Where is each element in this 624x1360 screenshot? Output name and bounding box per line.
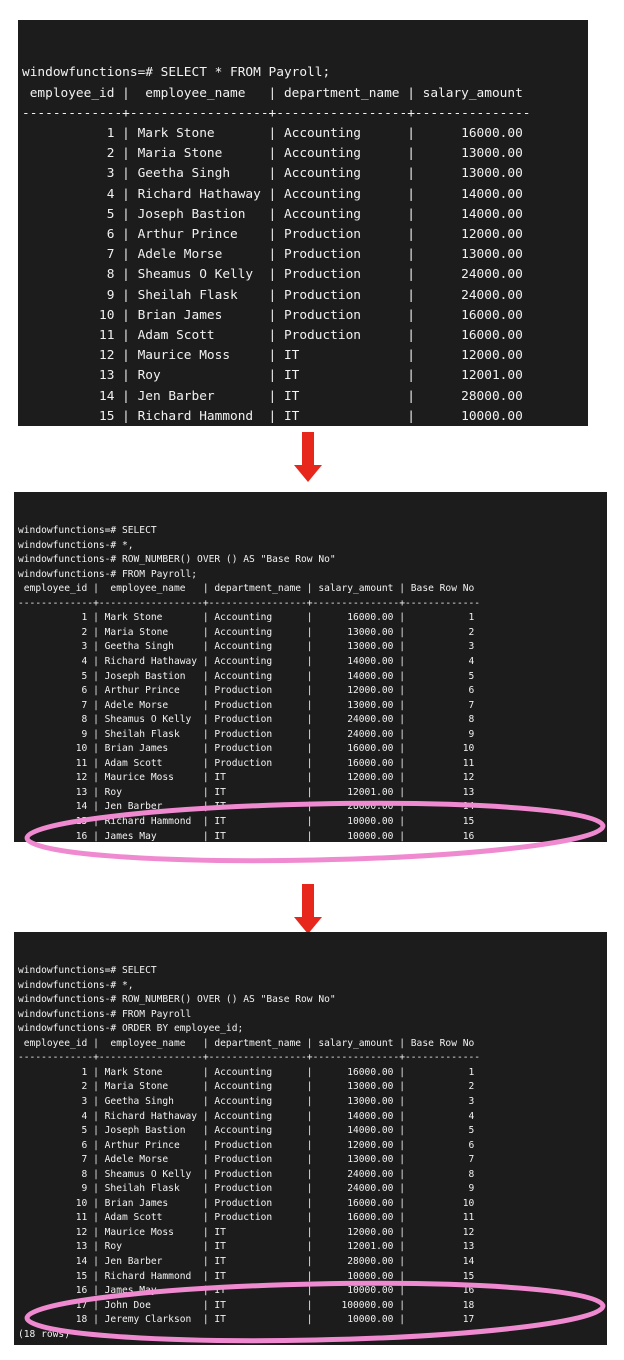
table-row: 1 | Mark Stone | Accounting | 16000.00 |… (18, 1066, 475, 1078)
table-row: 4 | Richard Hathaway | Accounting | 1400… (22, 186, 523, 202)
terminal-block-row-number-order-by: windowfunctions=# SELECT windowfunctions-… (14, 932, 607, 1345)
prompt-line-0: windowfunctions=# SELECT (18, 965, 157, 977)
table-row: 12 | Maurice Moss | IT | 12000.00 | 12 (18, 772, 475, 784)
table-row: 11 | Adam Scott | Production | 16000.00 (22, 328, 523, 344)
table-row: 8 | Sheamus O Kelly | Production | 24000… (18, 1168, 475, 1180)
prompt-line-3: windowfunctions-# FROM Payroll; (18, 568, 198, 580)
table-row: 14 | Jen Barber | IT | 28000.00 | 14 (18, 1256, 475, 1268)
table-row: 4 | Richard Hathaway | Accounting | 1400… (18, 656, 475, 668)
terminal-block-row-number: windowfunctions=# SELECT windowfunctions-… (14, 492, 607, 842)
table-row: 15 | Richard Hammond | IT | 10000.00 (22, 408, 523, 424)
prompt-line-2: windowfunctions-# ROW_NUMBER() OVER () A… (18, 554, 336, 566)
prompt-line-1: windowfunctions-# *, (18, 979, 134, 991)
terminal-text-block2: windowfunctions=# SELECT windowfunctions-… (18, 524, 607, 842)
down-arrow-icon (294, 884, 322, 934)
prompt-line-3: windowfunctions-# FROM Payroll (18, 1008, 192, 1020)
prompt-line-0: windowfunctions=# SELECT * FROM Payroll; (22, 65, 331, 81)
table-header: employee_id | employee_name | department… (22, 85, 523, 101)
prompt-line-0: windowfunctions=# SELECT (18, 525, 157, 537)
down-arrow-icon (294, 432, 322, 482)
table-row: 16 | James May | IT | 10000.00 | 16 (18, 1285, 475, 1297)
table-row: 9 | Sheilah Flask | Production | 24000.0… (22, 287, 523, 303)
table-separator: -------------+------------------+-------… (18, 1052, 481, 1064)
row-count-footer: (18 rows) (18, 1328, 70, 1340)
table-row: 3 | Geetha Singh | Accounting | 13000.00… (18, 641, 475, 653)
table-row: 5 | Joseph Bastion | Accounting | 14000.… (22, 206, 523, 222)
table-separator: -------------+------------------+-------… (22, 105, 531, 121)
table-row: 4 | Richard Hathaway | Accounting | 1400… (18, 1110, 475, 1122)
table-row: 10 | Brian James | Production | 16000.00… (18, 1197, 475, 1209)
table-row: 12 | Maurice Moss | IT | 12000.00 (22, 348, 523, 364)
table-row: 2 | Maria Stone | Accounting | 13000.00 … (18, 626, 475, 638)
table-row: 10 | Brian James | Production | 16000.00… (18, 743, 475, 755)
table-row: 9 | Sheilah Flask | Production | 24000.0… (18, 728, 475, 740)
table-row: 15 | Richard Hammond | IT | 10000.00 | 1… (18, 1270, 475, 1282)
table-row: 17 | John Doe | IT | 100000.00 | 18 (18, 1299, 475, 1311)
table-row: 2 | Maria Stone | Accounting | 13000.00 … (18, 1081, 475, 1093)
table-row: 8 | Sheamus O Kelly | Production | 24000… (18, 714, 475, 726)
table-row: 11 | Adam Scott | Production | 16000.00 … (18, 1212, 475, 1224)
table-row: 13 | Roy | IT | 12001.00 | 13 (18, 1241, 475, 1253)
table-row: 13 | Roy | IT | 12001.00 | 13 (18, 786, 475, 798)
table-row: 2 | Maria Stone | Accounting | 13000.00 (22, 146, 523, 162)
table-separator: -------------+------------------+-------… (18, 597, 481, 609)
table-row: 7 | Adele Morse | Production | 13000.00 (22, 247, 523, 263)
terminal-text-block3: windowfunctions=# SELECT windowfunctions-… (18, 964, 607, 1342)
table-row: 3 | Geetha Singh | Accounting | 13000.00 (22, 166, 523, 182)
table-row: 5 | Joseph Bastion | Accounting | 14000.… (18, 1125, 475, 1137)
table-row: 5 | Joseph Bastion | Accounting | 14000.… (18, 670, 475, 682)
table-row: 12 | Maurice Moss | IT | 12000.00 | 12 (18, 1226, 475, 1238)
table-row: 14 | Jen Barber | IT | 28000.00 | 14 (18, 801, 475, 813)
table-row: 10 | Brian James | Production | 16000.00 (22, 307, 523, 323)
table-row: 7 | Adele Morse | Production | 13000.00 … (18, 699, 475, 711)
table-header: employee_id | employee_name | department… (18, 583, 475, 595)
table-header: employee_id | employee_name | department… (18, 1037, 475, 1049)
prompt-line-4: windowfunctions-# ORDER BY employee_id; (18, 1023, 244, 1035)
table-row: 18 | Jeremy Clarkson | IT | 10000.00 | 1… (18, 1314, 475, 1326)
prompt-line-2: windowfunctions-# ROW_NUMBER() OVER () A… (18, 994, 336, 1006)
table-row: 6 | Arthur Prince | Production | 12000.0… (22, 227, 523, 243)
table-row: 1 | Mark Stone | Accounting | 16000.00 |… (18, 612, 475, 624)
table-row: 14 | Jen Barber | IT | 28000.00 (22, 388, 523, 404)
table-row: 9 | Sheilah Flask | Production | 24000.0… (18, 1183, 475, 1195)
terminal-block-select-star: windowfunctions=# SELECT * FROM Payroll;… (18, 20, 588, 426)
table-row: 6 | Arthur Prince | Production | 12000.0… (18, 685, 475, 697)
table-row: 15 | Richard Hammond | IT | 10000.00 | 1… (18, 816, 475, 828)
table-row: 1 | Mark Stone | Accounting | 16000.00 (22, 126, 523, 142)
table-row: 16 | James May | IT | 10000.00 | 16 (18, 830, 475, 842)
table-row: 3 | Geetha Singh | Accounting | 13000.00… (18, 1096, 475, 1108)
prompt-line-1: windowfunctions-# *, (18, 539, 134, 551)
terminal-text-block1: windowfunctions=# SELECT * FROM Payroll;… (22, 63, 588, 426)
table-row: 8 | Sheamus O Kelly | Production | 24000… (22, 267, 523, 283)
table-row: 13 | Roy | IT | 12001.00 (22, 368, 523, 384)
table-row: 7 | Adele Morse | Production | 13000.00 … (18, 1154, 475, 1166)
table-row: 6 | Arthur Prince | Production | 12000.0… (18, 1139, 475, 1151)
table-row: 11 | Adam Scott | Production | 16000.00 … (18, 757, 475, 769)
